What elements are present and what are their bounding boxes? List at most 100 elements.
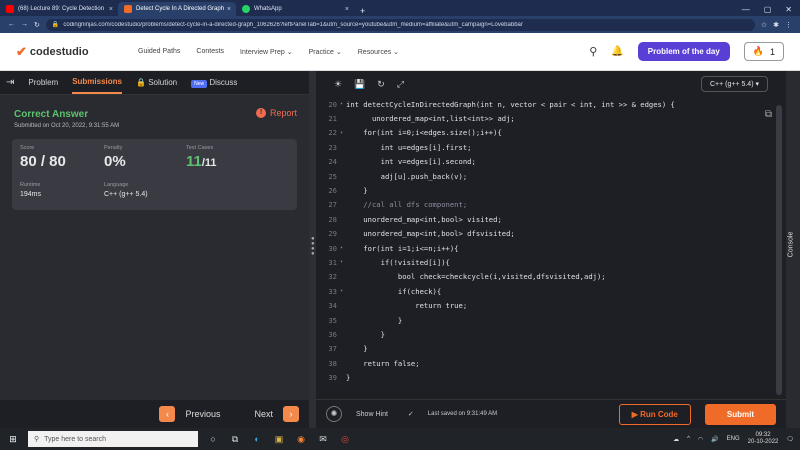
language-indicator[interactable]: ENG <box>727 436 740 442</box>
code-line[interactable]: 25 adj[u].push_back(v); <box>316 169 786 183</box>
report-button[interactable]: ! Report <box>255 108 297 118</box>
minimize-icon[interactable]: — <box>742 5 750 14</box>
firefox-icon[interactable]: ◉ <box>294 432 308 446</box>
code-text: bool check=checkcycle(i,visited,dfsvisit… <box>346 272 606 282</box>
nav-interview-prep[interactable]: Interview Prep ⌄ <box>240 48 293 56</box>
tray-chevron-icon[interactable]: ^ <box>687 436 690 442</box>
bell-icon[interactable]: 🔔 <box>611 46 623 57</box>
next-button[interactable]: Next <box>254 409 273 419</box>
editor-scrollbar[interactable] <box>776 105 782 395</box>
reset-icon[interactable]: ↻ <box>377 79 385 90</box>
code-line[interactable]: 20 ▾ int detectCycleInDirectedGraph(int n,… <box>316 97 786 111</box>
stats-card: Score 80 / 80 Penalty 0% Test Cases 11/1… <box>12 139 297 210</box>
code-line[interactable]: 26 } <box>316 183 786 197</box>
score-stat: Score 80 / 80 <box>20 145 66 170</box>
tab-solution[interactable]: 🔒 Solution <box>136 78 177 87</box>
wifi-icon[interactable]: ◠ <box>698 436 703 443</box>
code-line[interactable]: 22 ▾ for(int i=0;i<edges.size();i++){ <box>316 126 786 140</box>
maximize-icon[interactable]: ▢ <box>764 5 772 14</box>
tab-submissions[interactable]: Submissions <box>72 71 122 94</box>
code-line[interactable]: 30 ▾ for(int i=1;i<=n;i++){ <box>316 241 786 255</box>
code-line[interactable]: 24 int v=edges[i].second; <box>316 155 786 169</box>
fullscreen-icon[interactable]: ⤢ <box>397 79 404 90</box>
menu-icon[interactable]: ⋮ <box>785 21 792 29</box>
bulb-icon[interactable]: ✺ <box>326 406 342 422</box>
nav-contests[interactable]: Contests <box>196 48 224 56</box>
search-icon[interactable]: ⚲ <box>589 45 597 58</box>
star-icon[interactable]: ☆ <box>761 21 767 29</box>
run-code-button[interactable]: ▶ Run Code <box>618 403 691 425</box>
tab-discuss[interactable]: New Discuss <box>191 78 237 88</box>
code-line[interactable]: 28 unordered_map<int,bool> visited; <box>316 212 786 226</box>
volume-icon[interactable]: 🔊 <box>711 436 718 443</box>
code-line[interactable]: 36 } <box>316 327 786 341</box>
chevron-down-icon: ⌄ <box>286 48 293 56</box>
whatsapp-icon <box>242 5 250 13</box>
code-line[interactable]: 37 } <box>316 342 786 356</box>
code-line[interactable]: 35 } <box>316 313 786 327</box>
code-editor[interactable]: 20 ▾ int detectCycleInDirectedGraph(int n,… <box>316 97 786 399</box>
browser-tab-whatsapp[interactable]: WhatsApp × <box>236 2 354 16</box>
forward-icon[interactable]: → <box>21 21 28 28</box>
code-line[interactable]: 29 unordered_map<int,bool> dfsvisited; <box>316 227 786 241</box>
weather-icon[interactable]: ☁ <box>673 436 679 443</box>
tab-problem[interactable]: Problem <box>28 78 58 87</box>
theme-icon[interactable]: ☀ <box>334 79 342 90</box>
collapse-panel-icon[interactable]: ⇥ <box>6 77 14 88</box>
browser-tab-youtube[interactable]: (68) Lecture 89: Cycle Detection × <box>0 2 118 16</box>
browser-tab-codestudio[interactable]: Detect Cycle In A Directed Graph × <box>118 2 236 16</box>
code-line[interactable]: 38 return false; <box>316 356 786 370</box>
previous-button[interactable]: Previous <box>185 409 220 419</box>
reload-icon[interactable]: ↻ <box>34 21 40 29</box>
cortana-icon[interactable]: ○ <box>206 432 220 446</box>
show-hint-button[interactable]: Show Hint <box>356 411 388 418</box>
console-toggle[interactable]: Console <box>786 71 800 428</box>
copy-icon[interactable]: ⧉ <box>765 109 772 120</box>
taskbar-search[interactable]: ⚲ Type here to search <box>28 431 198 447</box>
code-line[interactable]: 34 return true; <box>316 298 786 312</box>
edge-icon[interactable]: ◐ <box>250 432 264 446</box>
nav-practice[interactable]: Practice ⌄ <box>309 48 342 56</box>
windows-start-icon[interactable]: ⊞ <box>6 432 20 446</box>
code-text: } <box>346 315 403 325</box>
code-line[interactable]: 32 bool check=checkcycle(i,visited,dfsvi… <box>316 270 786 284</box>
nav-resources[interactable]: Resources ⌄ <box>358 48 399 56</box>
extensions-icon[interactable]: ✱ <box>773 21 779 29</box>
panel-resizer[interactable]: ● ● ● ● <box>309 71 316 428</box>
code-line[interactable]: 33 ▾ if(check){ <box>316 284 786 298</box>
chrome-icon[interactable]: ◎ <box>338 432 352 446</box>
clock[interactable]: 09:32 20-10-2022 <box>748 432 779 446</box>
chevron-down-icon: ⌄ <box>335 48 342 56</box>
code-line[interactable]: 21 unordered_map<int,list<int>> adj; <box>316 111 786 125</box>
back-icon[interactable]: ← <box>8 21 15 28</box>
chevron-left-icon[interactable]: ‹ <box>159 406 176 422</box>
system-tray: ☁ ^ ◠ 🔊 ENG 09:32 20-10-2022 🗨 <box>673 432 794 446</box>
task-view-icon[interactable]: ⧉ <box>228 432 242 446</box>
new-tab-button[interactable]: + <box>354 6 371 16</box>
result-status: Correct Answer <box>14 109 89 120</box>
mail-icon[interactable]: ✉ <box>316 432 330 446</box>
url-field[interactable]: 🔒 codingninjas.com/codestudio/problems/d… <box>45 18 755 31</box>
code-line[interactable]: 31 ▾ if(!visited[i]){ <box>316 255 786 269</box>
problem-of-the-day-button[interactable]: Problem of the day <box>637 42 730 61</box>
submit-button[interactable]: Submit <box>704 403 776 425</box>
close-tab-icon[interactable]: × <box>227 6 231 13</box>
code-line[interactable]: 39} <box>316 370 786 384</box>
code-line[interactable]: 27 //cal all dfs component; <box>316 198 786 212</box>
code-line[interactable]: 23 int u=edges[i].first; <box>316 140 786 154</box>
save-icon[interactable]: 💾 <box>354 79 365 90</box>
language-select[interactable]: C++ (g++ 5.4) ▾ <box>700 76 768 92</box>
site-logo[interactable]: ✔ codestudio <box>16 44 136 60</box>
store-icon[interactable]: ▣ <box>272 432 286 446</box>
notification-icon[interactable]: 🗨 <box>786 436 794 443</box>
close-tab-icon[interactable]: × <box>345 6 349 13</box>
site-header: ✔ codestudio Guided Paths Contests Inter… <box>0 33 800 71</box>
close-tab-icon[interactable]: × <box>109 6 113 13</box>
streak-counter[interactable]: 🔥 1 <box>743 42 784 61</box>
code-text: } <box>346 329 385 339</box>
close-window-icon[interactable]: ✕ <box>785 5 792 14</box>
alert-icon: ! <box>255 108 266 118</box>
editor-toolbar: ☀ 💾 ↻ ⤢ C++ (g++ 5.4) ▾ <box>316 71 786 97</box>
chevron-right-icon[interactable]: › <box>283 406 299 422</box>
nav-guided-paths[interactable]: Guided Paths <box>138 48 180 56</box>
